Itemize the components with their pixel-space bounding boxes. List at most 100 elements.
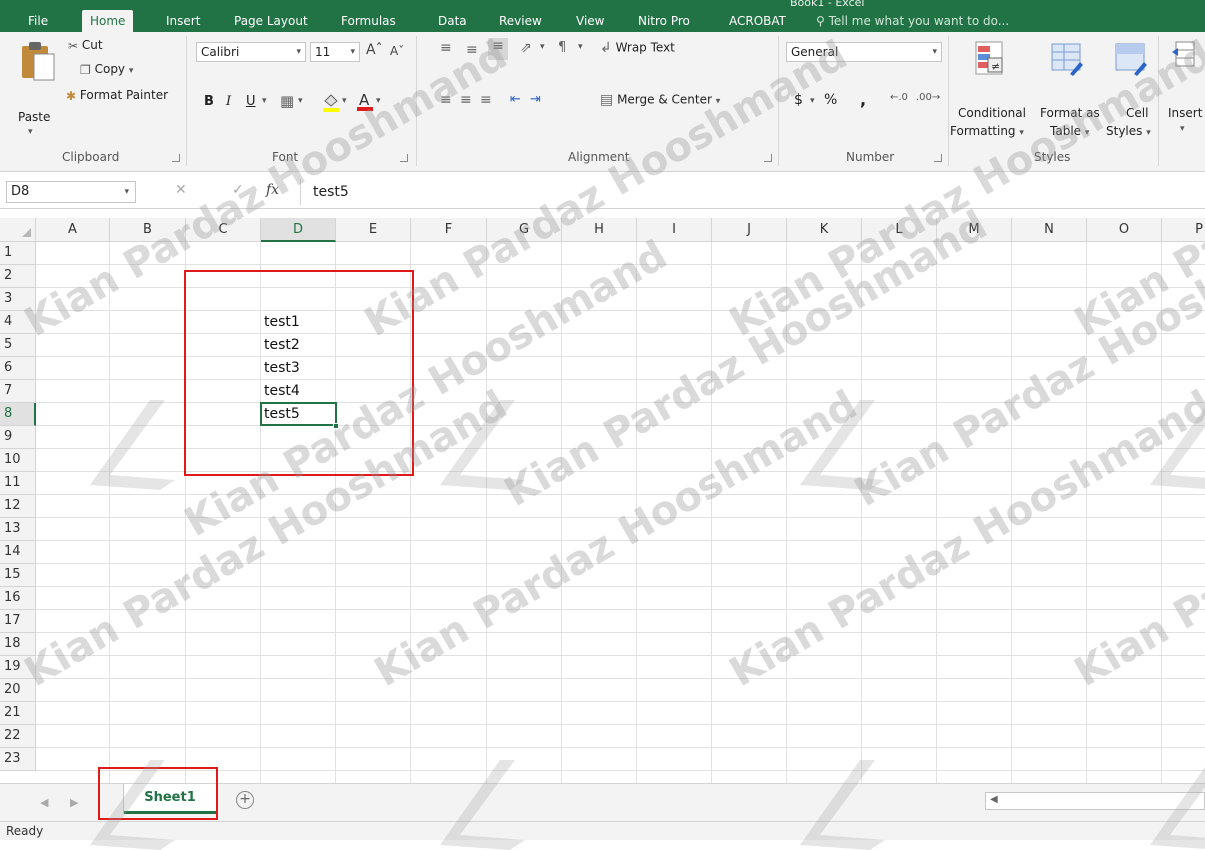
column-header-n[interactable]: N: [1012, 218, 1087, 242]
column-header-e[interactable]: E: [336, 218, 411, 242]
row-header-6[interactable]: 6: [0, 357, 36, 380]
row-header-4[interactable]: 4: [0, 311, 36, 334]
clipboard-launcher[interactable]: [172, 154, 180, 162]
chevron-down-icon[interactable]: ▾: [578, 42, 583, 52]
tab-home[interactable]: Home: [82, 10, 134, 32]
row-header-3[interactable]: 3: [0, 288, 36, 311]
insert-cells-button[interactable]: [1172, 40, 1198, 73]
tab-acrobat[interactable]: ACROBAT: [721, 10, 794, 32]
column-header-h[interactable]: H: [562, 218, 637, 242]
row-header-15[interactable]: 15: [0, 564, 36, 587]
column-header-f[interactable]: F: [411, 218, 487, 242]
decrease-font-icon[interactable]: Aˇ: [390, 44, 404, 58]
align-middle-icon[interactable]: ≡: [466, 42, 478, 58]
fill-color-button[interactable]: [322, 92, 340, 115]
select-all-corner[interactable]: [0, 218, 36, 242]
font-launcher[interactable]: [400, 154, 408, 162]
format-as-table-button[interactable]: [1050, 40, 1084, 81]
chevron-down-icon[interactable]: ▾: [1180, 124, 1185, 134]
row-header-1[interactable]: 1: [0, 242, 36, 265]
merge-center-button[interactable]: ▤ Merge & Center ▾: [600, 92, 720, 108]
column-header-k[interactable]: K: [787, 218, 862, 242]
font-size-combo[interactable]: 11 ▾: [310, 42, 360, 62]
row-header-17[interactable]: 17: [0, 610, 36, 633]
font-name-combo[interactable]: Calibri ▾: [196, 42, 306, 62]
decrease-indent-icon[interactable]: ⇤: [510, 92, 521, 107]
row-header-19[interactable]: 19: [0, 656, 36, 679]
row-header-7[interactable]: 7: [0, 380, 36, 403]
tell-me-search[interactable]: ⚲ Tell me what you want to do...: [808, 10, 1017, 32]
horizontal-scrollbar[interactable]: ◀: [985, 792, 1205, 810]
styles-label[interactable]: Styles ▾: [1106, 124, 1151, 138]
row-header-20[interactable]: 20: [0, 679, 36, 702]
decrease-decimal-icon[interactable]: .00→: [916, 92, 940, 103]
chevron-down-icon[interactable]: ▾: [28, 127, 33, 137]
chevron-down-icon[interactable]: ▾: [298, 96, 303, 106]
row-header-11[interactable]: 11: [0, 472, 36, 495]
scroll-left-icon[interactable]: ◀: [990, 794, 998, 805]
comma-button[interactable]: ,: [860, 90, 866, 109]
row-header-23[interactable]: 23: [0, 748, 36, 771]
cell-label[interactable]: Cell: [1126, 106, 1148, 120]
align-left-icon[interactable]: ≡: [440, 92, 452, 108]
row-header-8[interactable]: 8: [0, 403, 36, 426]
cut-button[interactable]: ✂ Cut: [68, 38, 103, 53]
column-header-g[interactable]: G: [487, 218, 562, 242]
formatting-label[interactable]: Formatting ▾: [950, 124, 1024, 138]
row-header-21[interactable]: 21: [0, 702, 36, 725]
column-header-o[interactable]: O: [1087, 218, 1162, 242]
column-header-j[interactable]: J: [712, 218, 787, 242]
paste-label[interactable]: Paste: [18, 110, 50, 124]
insert-label[interactable]: Insert: [1168, 106, 1202, 120]
row-header-14[interactable]: 14: [0, 541, 36, 564]
chevron-down-icon[interactable]: ▾: [262, 96, 267, 106]
currency-button[interactable]: $: [794, 92, 803, 108]
tab-data[interactable]: Data: [430, 10, 475, 32]
increase-decimal-icon[interactable]: ←.0: [890, 92, 908, 103]
insert-function-icon[interactable]: fx: [266, 182, 279, 198]
conditional-label[interactable]: Conditional: [958, 106, 1026, 120]
align-right-icon[interactable]: ≡: [480, 92, 492, 108]
chevron-down-icon[interactable]: ▾: [540, 42, 545, 52]
table-label[interactable]: Table ▾: [1050, 124, 1089, 138]
align-bottom-icon[interactable]: ≡: [488, 38, 508, 60]
formula-input[interactable]: test5: [300, 179, 1195, 205]
row-header-12[interactable]: 12: [0, 495, 36, 518]
chevron-down-icon[interactable]: ▾: [342, 96, 347, 106]
tab-page-layout[interactable]: Page Layout: [226, 10, 316, 32]
row-header-10[interactable]: 10: [0, 449, 36, 472]
wrap-text-button[interactable]: ↲ Wrap Text: [600, 40, 675, 56]
borders-icon[interactable]: ▦: [280, 92, 294, 110]
row-header-18[interactable]: 18: [0, 633, 36, 656]
format-painter-button[interactable]: ✱ Format Painter: [66, 88, 168, 103]
column-header-d[interactable]: D: [261, 218, 336, 242]
font-color-button[interactable]: A: [356, 90, 374, 115]
column-header-a[interactable]: A: [36, 218, 110, 242]
tab-formulas[interactable]: Formulas: [333, 10, 404, 32]
cell-styles-button[interactable]: [1114, 40, 1148, 81]
column-header-p[interactable]: P: [1162, 218, 1205, 242]
row-header-16[interactable]: 16: [0, 587, 36, 610]
tab-insert[interactable]: Insert: [158, 10, 208, 32]
paste-button[interactable]: [18, 40, 58, 85]
check-icon[interactable]: ✓: [232, 182, 244, 198]
scroll-right-icon[interactable]: ▶: [70, 796, 78, 809]
orientation-icon[interactable]: ⇗: [520, 40, 532, 56]
percent-button[interactable]: %: [824, 92, 837, 108]
add-sheet-icon[interactable]: +: [236, 791, 254, 809]
tab-nitro-pro[interactable]: Nitro Pro: [630, 10, 698, 32]
cancel-icon[interactable]: ✕: [175, 182, 187, 198]
row-header-2[interactable]: 2: [0, 265, 36, 288]
column-header-i[interactable]: I: [637, 218, 712, 242]
align-top-icon[interactable]: ≡: [440, 40, 452, 56]
column-header-m[interactable]: M: [937, 218, 1012, 242]
row-header-9[interactable]: 9: [0, 426, 36, 449]
copy-button[interactable]: ❐ Copy ▾: [80, 62, 133, 77]
name-box[interactable]: D8 ▾: [6, 181, 136, 203]
row-header-22[interactable]: 22: [0, 725, 36, 748]
tab-review[interactable]: Review: [491, 10, 550, 32]
scroll-left-icon[interactable]: ◀: [40, 796, 48, 809]
italic-button[interactable]: I: [226, 94, 231, 109]
column-header-l[interactable]: L: [862, 218, 937, 242]
row-header-13[interactable]: 13: [0, 518, 36, 541]
